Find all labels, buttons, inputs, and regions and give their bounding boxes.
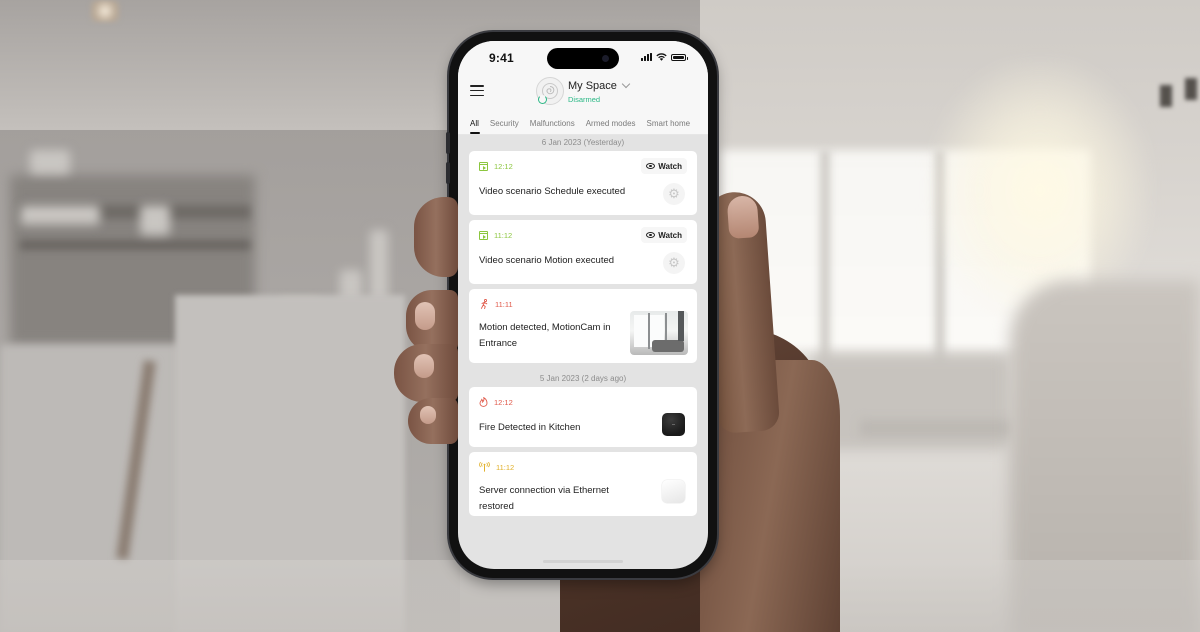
app-screen: 9:41 My Space Disarmed All Security Malf… — [458, 41, 708, 569]
snapshot-sofa — [652, 340, 684, 352]
event-title: Motion detected, MotionCam in Entrance — [479, 322, 611, 349]
coffee-table — [860, 420, 1010, 436]
date-separator: 5 Jan 2023 (2 days ago) — [539, 374, 627, 383]
event-card-video-schedule[interactable]: 12:12 Watch Video scenario Schedule exec… — [469, 151, 697, 215]
tab-all[interactable]: All — [470, 111, 480, 134]
video-scenario-icon — [479, 230, 488, 240]
date-separator: 6 Jan 2023 (Yesterday) — [541, 138, 625, 147]
event-meta: 12:12 — [479, 395, 687, 409]
hub-device-black — [662, 413, 685, 436]
shelf-item — [140, 205, 170, 235]
eye-icon — [646, 232, 656, 238]
event-card-ethernet-restored[interactable]: 11:12 Server connection via Ethernet res… — [469, 452, 697, 516]
event-title: Video scenario Motion executed — [479, 255, 615, 266]
fire-icon — [479, 397, 488, 407]
eye-icon — [646, 163, 656, 169]
cellular-signal-icon — [641, 53, 652, 61]
snapshot-lamp — [678, 311, 684, 341]
ethernet-icon — [479, 462, 490, 472]
watch-button[interactable]: Watch — [641, 158, 687, 174]
snapshot-frame — [648, 313, 650, 349]
app-header: My Space Disarmed — [458, 73, 708, 111]
event-meta: 11:12 — [479, 460, 687, 474]
volume-down-button — [446, 162, 450, 184]
scenario-gear-icon: ⚙ — [663, 183, 685, 205]
status-icons — [641, 53, 688, 61]
event-card-motion-detected[interactable]: 11:11 Motion detected, MotionCam in Entr… — [469, 289, 697, 363]
event-time: 11:12 — [496, 462, 515, 472]
camera-dot — [602, 55, 609, 62]
ceiling-lamp — [90, 0, 120, 22]
wall-decor — [1185, 78, 1197, 100]
tab-malfunctions[interactable]: Malfunctions — [530, 111, 575, 134]
scenario-gear-icon: ⚙ — [663, 252, 685, 274]
event-meta: 11:11 — [479, 297, 687, 311]
battery-icon — [671, 53, 688, 61]
event-time: 11:11 — [495, 299, 513, 309]
shelf-item — [20, 205, 100, 225]
space-name: My Space — [568, 80, 617, 92]
arming-status: Disarmed — [568, 95, 601, 104]
event-time: 11:12 — [494, 230, 513, 240]
tab-armed-modes[interactable]: Armed modes — [586, 111, 636, 134]
snapshot-window — [634, 315, 648, 347]
event-time: 12:12 — [494, 397, 513, 407]
sync-status-icon — [538, 95, 547, 104]
wifi-icon — [656, 53, 667, 61]
watch-label: Watch — [658, 230, 682, 240]
space-selector[interactable]: My Space — [568, 79, 631, 92]
shelf-item — [30, 150, 70, 174]
event-title: Fire Detected in Kitchen — [479, 422, 581, 433]
space-avatar[interactable] — [536, 77, 564, 105]
home-indicator[interactable] — [543, 560, 623, 563]
event-title: Video scenario Schedule executed — [479, 186, 626, 197]
status-time: 9:41 — [489, 51, 514, 65]
chevron-down-icon — [621, 79, 631, 89]
video-scenario-icon — [479, 161, 488, 171]
hub-device-white — [662, 480, 685, 503]
hamburger-menu-icon[interactable] — [470, 85, 484, 96]
tab-smart-home[interactable]: Smart home — [647, 111, 691, 134]
watch-button[interactable]: Watch — [641, 227, 687, 243]
motion-icon — [480, 299, 488, 309]
volume-up-button — [446, 132, 450, 154]
event-title: Server connection via Ethernet restored — [479, 485, 609, 512]
event-card-video-motion[interactable]: 11:12 Watch Video scenario Motion execut… — [469, 220, 697, 284]
event-time: 12:12 — [494, 161, 513, 171]
wall-decor — [1160, 85, 1172, 107]
event-feed: 6 Jan 2023 (Yesterday) 12:12 Watch Video… — [458, 135, 708, 569]
event-card-fire-detected[interactable]: 12:12 Fire Detected in Kitchen — [469, 387, 697, 447]
tab-security[interactable]: Security — [490, 111, 519, 134]
shelf-board — [20, 240, 250, 250]
watch-label: Watch — [658, 161, 682, 171]
event-filter-tabs: All Security Malfunctions Armed modes Sm… — [458, 111, 708, 135]
phone: 9:41 My Space Disarmed All Security Malf… — [446, 32, 717, 578]
camera-snapshot[interactable] — [630, 311, 688, 355]
dynamic-island — [547, 48, 619, 69]
window-frame — [820, 150, 830, 370]
